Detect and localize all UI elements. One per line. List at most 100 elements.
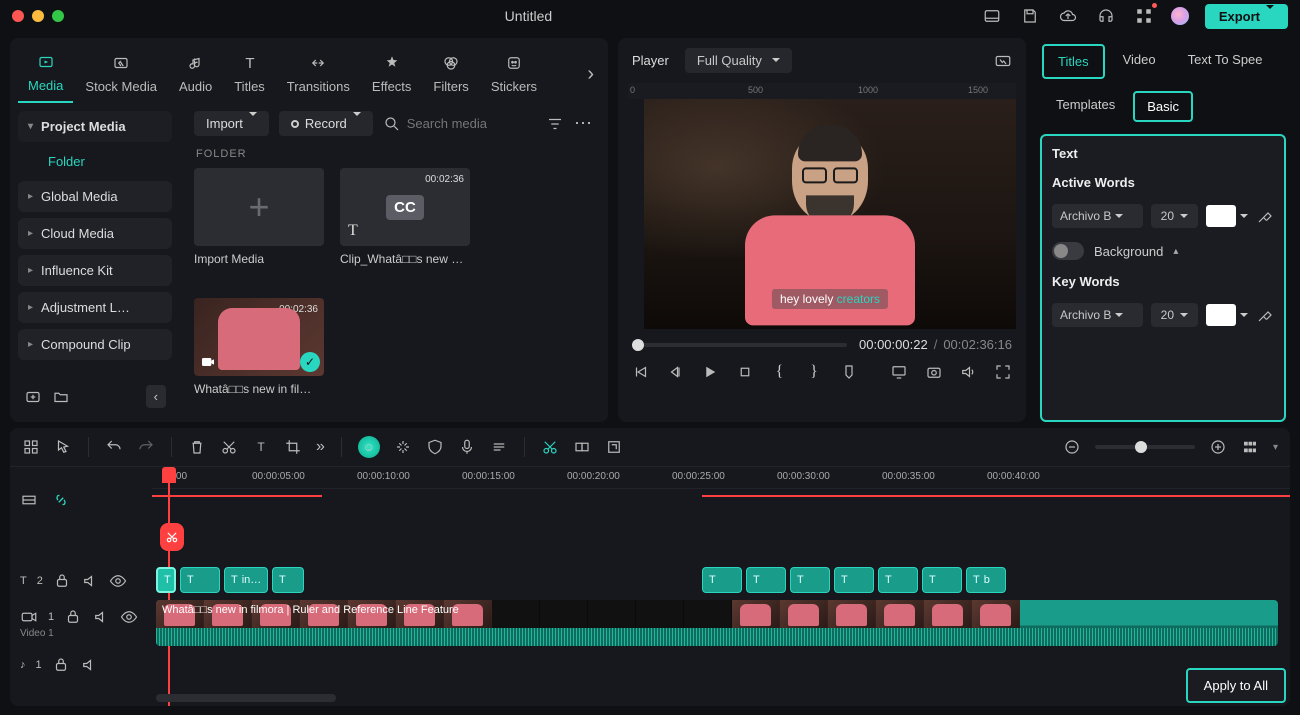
chevron-down-icon[interactable]: ▾	[1273, 442, 1278, 453]
mute-icon[interactable]	[80, 656, 98, 674]
preview-viewport[interactable]: hey lovely creators	[644, 99, 1016, 329]
link-icon[interactable]	[52, 491, 70, 509]
video-clip-cell[interactable]: 00:02:36 ✓ Whatâ□□s new in fil…	[194, 298, 324, 396]
title-clip[interactable]: Tin…	[224, 567, 268, 593]
time-ruler[interactable]: 00:00 00:00:05:00 00:00:10:00 00:00:15:0…	[152, 467, 1290, 489]
compare-icon[interactable]	[994, 52, 1012, 70]
subtab-templates[interactable]: Templates	[1044, 91, 1127, 122]
title-clip[interactable]: T	[180, 567, 220, 593]
filter-icon[interactable]	[546, 115, 564, 133]
pointer-icon[interactable]	[54, 438, 72, 456]
scrubber-knob[interactable]	[632, 339, 644, 351]
tab-stickers[interactable]: Stickers	[481, 47, 547, 102]
import-media-cell[interactable]: + Import Media	[194, 168, 324, 266]
ai-icon[interactable]: ☺	[358, 436, 380, 458]
text-tool-icon[interactable]: T	[252, 438, 270, 456]
support-icon[interactable]	[1095, 5, 1117, 27]
zoom-slider[interactable]	[1095, 445, 1195, 449]
redo-icon[interactable]	[137, 438, 155, 456]
mark-out-icon[interactable]: }	[805, 362, 824, 382]
title-clip[interactable]: T	[702, 567, 742, 593]
sidebar-item-compound[interactable]: ▸Compound Clip	[18, 329, 172, 360]
zoom-knob[interactable]	[1135, 441, 1147, 453]
eyedropper-icon[interactable]	[1256, 306, 1274, 324]
stop-icon[interactable]	[736, 362, 755, 382]
split-icon[interactable]	[541, 438, 559, 456]
undo-icon[interactable]	[105, 438, 123, 456]
lock-icon[interactable]	[53, 572, 71, 590]
apps-icon[interactable]	[1133, 5, 1155, 27]
minimize-window-icon[interactable]	[32, 10, 44, 22]
tab-media[interactable]: Media	[18, 46, 73, 103]
mute-icon[interactable]	[81, 572, 99, 590]
layout-icon[interactable]	[981, 5, 1003, 27]
crop-icon[interactable]	[284, 438, 302, 456]
expand-icon[interactable]	[605, 438, 623, 456]
key-size-select[interactable]: 20	[1151, 303, 1198, 327]
track-head-a1[interactable]: ♪1	[10, 651, 152, 679]
group-icon[interactable]	[573, 438, 591, 456]
active-color-swatch[interactable]	[1206, 205, 1248, 227]
track-view-icon[interactable]	[1241, 438, 1259, 456]
import-button[interactable]: Import	[194, 111, 269, 136]
active-font-select[interactable]: Archivo B	[1052, 204, 1143, 228]
shield-icon[interactable]	[426, 438, 444, 456]
title-clip[interactable]: Tb	[966, 567, 1006, 593]
title-clip[interactable]: T	[922, 567, 962, 593]
title-clip[interactable]: T	[790, 567, 830, 593]
avatar[interactable]	[1171, 7, 1189, 25]
title-clip[interactable]: T	[272, 567, 304, 593]
tab-titles[interactable]: TTitles	[224, 47, 275, 102]
title-clip[interactable]: T	[878, 567, 918, 593]
zoom-out-icon[interactable]	[1063, 438, 1081, 456]
volume-icon[interactable]	[959, 362, 978, 382]
play-icon[interactable]	[701, 362, 720, 382]
captions-icon[interactable]	[490, 438, 508, 456]
inspector-tab-tts[interactable]: Text To Spee	[1174, 44, 1277, 79]
export-button[interactable]: Export	[1205, 4, 1288, 29]
fullscreen-icon[interactable]	[993, 362, 1012, 382]
sidebar-item-influence-kit[interactable]: ▸Influence Kit	[18, 255, 172, 286]
apply-to-all-button[interactable]: Apply to All	[1186, 668, 1286, 703]
prev-frame-icon[interactable]	[632, 362, 651, 382]
mute-icon[interactable]	[92, 608, 110, 626]
sparkle-icon[interactable]	[394, 438, 412, 456]
track-head-v1[interactable]: 1 Video 1	[10, 595, 152, 651]
scrubber[interactable]	[632, 343, 847, 347]
audio-waveform[interactable]	[156, 628, 1278, 646]
tab-audio[interactable]: Audio	[169, 47, 222, 102]
sidebar-item-adjustment[interactable]: ▸Adjustment L…	[18, 292, 172, 323]
delete-icon[interactable]	[188, 438, 206, 456]
mark-in-icon[interactable]: {	[770, 362, 789, 382]
zoom-in-icon[interactable]	[1209, 438, 1227, 456]
inspector-tab-video[interactable]: Video	[1109, 44, 1170, 79]
razor-handle[interactable]	[160, 523, 184, 551]
inspector-tab-titles[interactable]: Titles	[1042, 44, 1105, 79]
track-head-t2[interactable]: T2	[10, 567, 152, 595]
tab-transitions[interactable]: Transitions	[277, 47, 360, 102]
marker-dropdown-icon[interactable]	[839, 362, 858, 382]
title-clip[interactable]: T	[156, 567, 176, 593]
close-window-icon[interactable]	[12, 10, 24, 22]
sidebar-item-cloud-media[interactable]: ▸Cloud Media	[18, 218, 172, 249]
active-size-select[interactable]: 20	[1151, 204, 1198, 228]
display-icon[interactable]	[890, 362, 909, 382]
step-back-icon[interactable]	[667, 362, 686, 382]
sidebar-item-folder[interactable]: Folder	[40, 148, 172, 175]
eye-icon[interactable]	[120, 608, 138, 626]
title-clip[interactable]: T	[746, 567, 786, 593]
quality-select[interactable]: Full Quality	[685, 48, 792, 73]
tabs-more-icon[interactable]: ›	[581, 63, 600, 86]
timeline-scrollbar[interactable]	[156, 694, 336, 702]
grid-icon[interactable]	[22, 438, 40, 456]
snapshot-icon[interactable]	[924, 362, 943, 382]
subtab-basic[interactable]: Basic	[1133, 91, 1193, 122]
background-toggle[interactable]	[1052, 242, 1084, 260]
maximize-window-icon[interactable]	[52, 10, 64, 22]
sidebar-item-project-media[interactable]: ▾Project Media	[18, 111, 172, 142]
cloud-upload-icon[interactable]	[1057, 5, 1079, 27]
auto-track-icon[interactable]	[20, 491, 38, 509]
save-icon[interactable]	[1019, 5, 1041, 27]
key-font-select[interactable]: Archivo B	[1052, 303, 1143, 327]
mic-icon[interactable]	[458, 438, 476, 456]
